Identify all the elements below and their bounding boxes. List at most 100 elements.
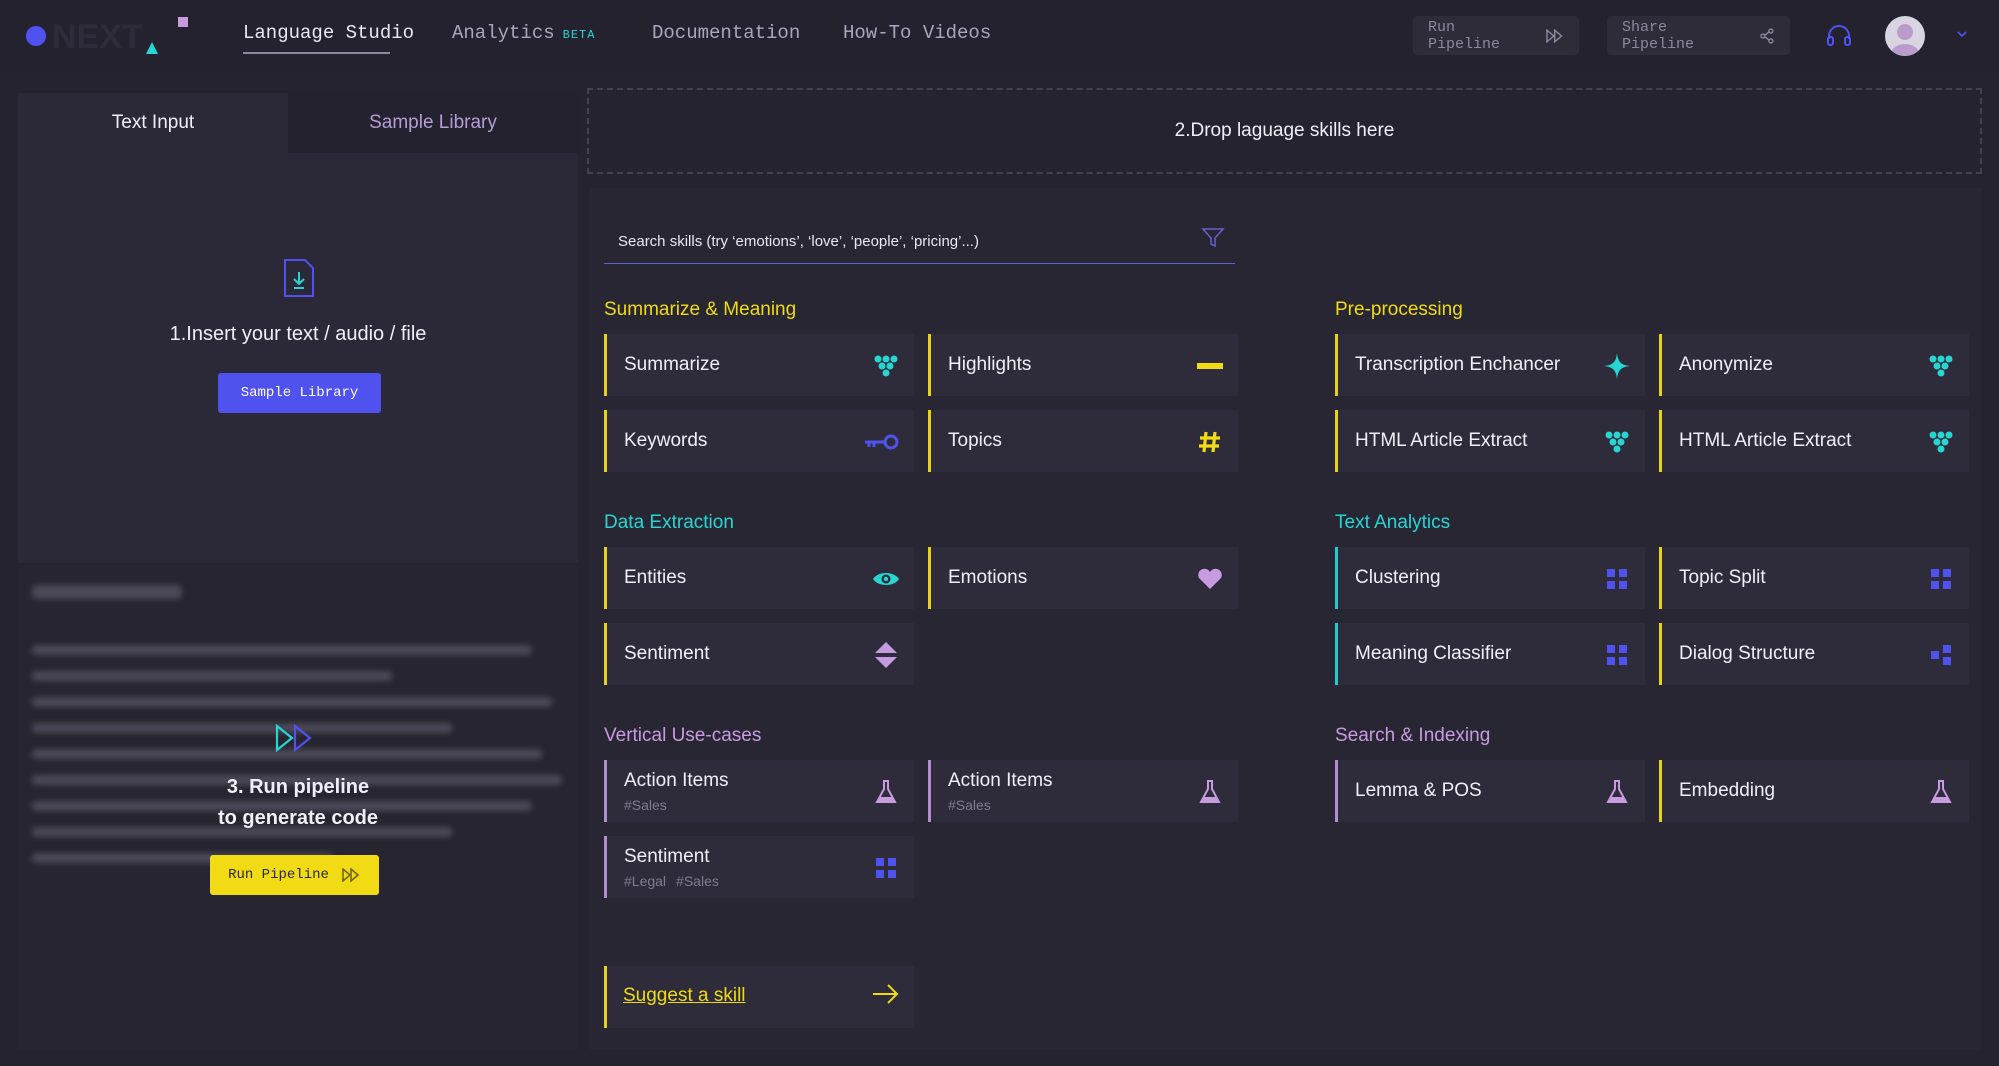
skill-card-action-items[interactable]: Action Items #Sales (928, 760, 1238, 822)
skill-card-embedding[interactable]: Embedding (1659, 760, 1969, 822)
share-pipeline-button[interactable]: Share Pipeline (1607, 16, 1790, 55)
file-download-icon[interactable] (281, 258, 317, 303)
svg-text:NEXT: NEXT (52, 18, 143, 56)
skill-card-summarize[interactable]: Summarize (604, 334, 914, 396)
run-pipeline-button[interactable]: Run Pipeline (1413, 16, 1579, 55)
run-pipeline-cta-button[interactable]: Run Pipeline (210, 855, 379, 895)
skill-card-dialog-structure[interactable]: Dialog Structure (1659, 623, 1969, 685)
category-text-analytics: Text Analytics (1335, 512, 1451, 533)
eye-icon (872, 565, 900, 593)
tab-text-input[interactable]: Text Input (18, 93, 288, 153)
skill-card-action-items[interactable]: Action Items #Sales (604, 760, 914, 822)
skill-label: Topic Split (1679, 567, 1766, 588)
grapes-icon (1927, 352, 1955, 380)
skill-label: Meaning Classifier (1355, 643, 1512, 664)
fast-forward-icon (342, 868, 360, 882)
skill-label: HTML Article Extract (1679, 430, 1852, 451)
skill-label: Transcription Enchancer (1355, 354, 1561, 375)
insert-title: 1.Insert your text / audio / file (169, 323, 427, 345)
skill-label: Emotions (948, 567, 1028, 588)
skill-label: Topics (948, 430, 1002, 451)
skill-search (604, 220, 1235, 264)
grid-icon (1603, 565, 1631, 593)
skill-card-anonymize[interactable]: Anonymize (1659, 334, 1969, 396)
grapes-icon (872, 352, 900, 380)
run-title-line-1: 3. Run pipeline (226, 776, 370, 798)
skill-card-meaning-classifier[interactable]: Meaning Classifier (1335, 623, 1645, 685)
skill-card-topic-split[interactable]: Topic Split (1659, 547, 1969, 609)
skill-label: Action Items (948, 770, 1053, 791)
headset-icon[interactable] (1825, 22, 1853, 55)
skill-label: Keywords (624, 430, 708, 451)
skill-card-lemma-pos[interactable]: Lemma & POS (1335, 760, 1645, 822)
skill-card-sentiment[interactable]: Sentiment (604, 623, 914, 685)
skill-drop-zone[interactable]: 2.Drop laguage skills here (587, 88, 1982, 174)
minus-icon (1196, 352, 1224, 380)
top-bar: NEXT Language Studio Analytics BETA Docum… (0, 0, 1999, 72)
category-pre-processing: Pre-processing (1335, 299, 1463, 320)
skill-label: Clustering (1355, 567, 1441, 588)
skill-card-topics[interactable]: Topics (928, 410, 1238, 472)
skill-card-html-article-extract[interactable]: HTML Article Extract (1335, 410, 1645, 472)
skill-card-html-article-extract[interactable]: HTML Article Extract (1659, 410, 1969, 472)
skills-panel (590, 188, 1982, 1050)
sample-library-button[interactable]: Sample Library (218, 373, 381, 413)
skill-label: Dialog Structure (1679, 643, 1816, 664)
sparkle-icon (1603, 352, 1631, 380)
arrow-right-icon (872, 983, 900, 1010)
skill-card-entities[interactable]: Entities (604, 547, 914, 609)
skill-label: Embedding (1679, 780, 1776, 801)
skill-label: Anonymize (1679, 354, 1773, 375)
tag: #Sales (948, 797, 991, 813)
avatar[interactable] (1885, 16, 1925, 56)
skill-tags: #Sales (624, 797, 677, 813)
category-search-indexing: Search & Indexing (1335, 725, 1491, 746)
flask-icon (1927, 778, 1955, 806)
skill-label: Summarize (624, 354, 721, 375)
flask-icon (872, 778, 900, 806)
run-title-line-2: to generate code (217, 807, 379, 829)
suggest-skill-link[interactable]: Suggest a skill (623, 985, 746, 1007)
skill-label: Highlights (948, 354, 1032, 375)
nav-documentation[interactable]: Documentation (652, 22, 800, 44)
nav-language-studio[interactable]: Language Studio (243, 22, 414, 44)
skill-label: Sentiment (624, 846, 710, 867)
nav-analytics-label: Analytics (452, 22, 555, 44)
grapes-icon (1927, 428, 1955, 456)
beta-badge: BETA (562, 28, 596, 42)
sort-arrows-icon (872, 641, 900, 669)
skill-card-emotions[interactable]: Emotions (928, 547, 1238, 609)
heart-icon (1196, 565, 1224, 593)
skill-card-transcription-enchancer[interactable]: Transcription Enchancer (1335, 334, 1645, 396)
tab-sample-library[interactable]: Sample Library (288, 93, 578, 153)
skill-label: Lemma & POS (1355, 780, 1482, 801)
tag: #Sales (676, 873, 719, 889)
skill-card-clustering[interactable]: Clustering (1335, 547, 1645, 609)
run-pipeline-icon (274, 723, 316, 757)
skill-card-highlights[interactable]: Highlights (928, 334, 1238, 396)
chevron-down-icon[interactable] (1955, 27, 1969, 46)
category-data-extraction: Data Extraction (604, 512, 734, 533)
skill-label: HTML Article Extract (1355, 430, 1528, 451)
suggest-skill-card[interactable]: Suggest a skill (604, 966, 914, 1028)
flask-icon (1196, 778, 1224, 806)
share-icon (1760, 27, 1774, 44)
blocks-icon (1927, 641, 1955, 669)
filter-icon[interactable] (1201, 227, 1225, 254)
fast-forward-icon (1545, 28, 1563, 43)
run-pipeline-label: Run Pipeline (1428, 18, 1501, 53)
grid-icon (1927, 565, 1955, 593)
skill-card-keywords[interactable]: Keywords (604, 410, 914, 472)
skill-card-sentiment-legal-sales[interactable]: Sentiment #Legal #Sales (604, 836, 914, 898)
nav-how-to-videos[interactable]: How-To Videos (843, 22, 991, 44)
skill-tags: #Sales (948, 797, 1001, 813)
skill-search-input[interactable] (616, 228, 1180, 254)
share-pipeline-label: Share Pipeline (1622, 18, 1695, 53)
skill-label: Action Items (624, 770, 729, 791)
nav-analytics[interactable]: Analytics BETA (452, 22, 595, 44)
skill-label: Entities (624, 567, 687, 588)
grid-icon (1603, 641, 1631, 669)
grid-icon (872, 854, 900, 882)
key-icon (864, 428, 900, 456)
app-logo[interactable]: NEXT (22, 14, 192, 58)
